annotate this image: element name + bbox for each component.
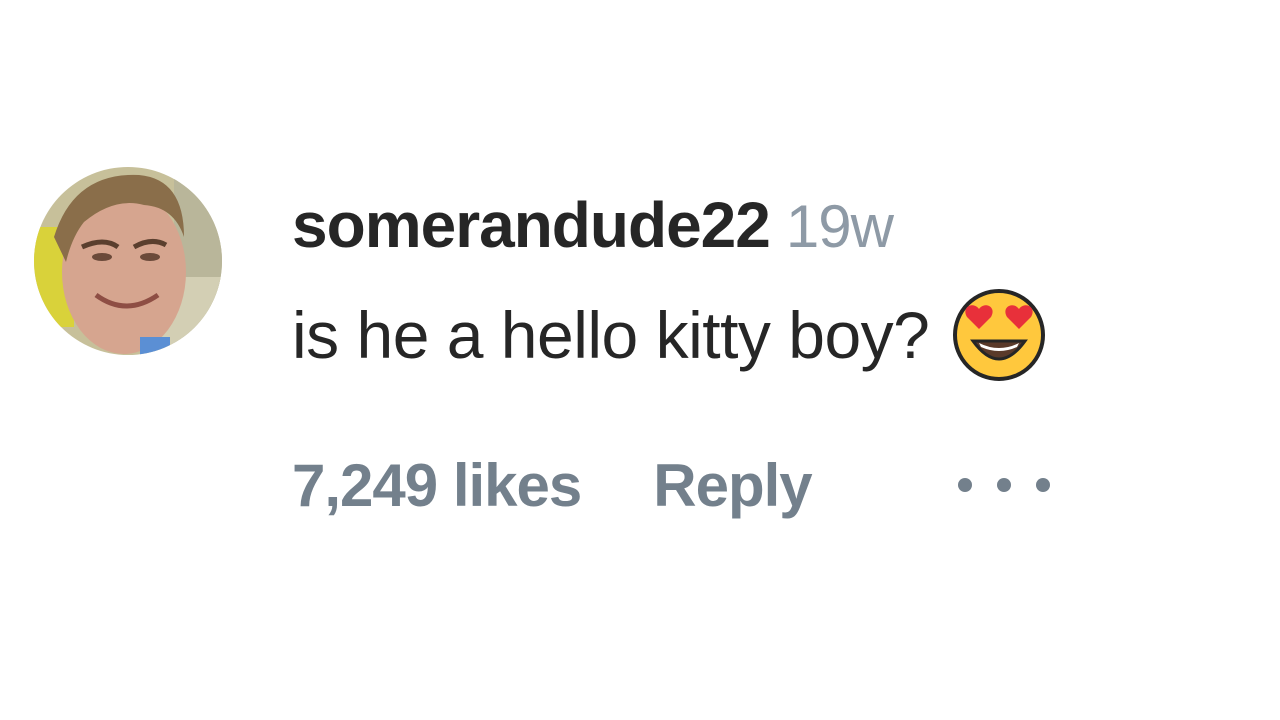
reply-button[interactable]: Reply: [653, 451, 812, 520]
more-options-icon[interactable]: [957, 470, 1050, 500]
comment-header: somerandude22 19w: [292, 188, 894, 268]
more-dot: [996, 478, 1011, 492]
username-link[interactable]: somerandude22: [292, 188, 771, 262]
more-dot: [1035, 478, 1050, 492]
more-dot: [957, 478, 972, 492]
comment-text: is he a hello kitty boy?: [292, 287, 1047, 383]
heart-eyes-emoji-icon: [951, 287, 1047, 383]
timestamp: 19w: [785, 193, 894, 260]
comment-body: is he a hello kitty boy?: [292, 298, 930, 372]
comment-actions: 7,249 likes Reply: [292, 440, 1050, 530]
comment-item: somerandude22 19w is he a hello kitty bo…: [0, 0, 1280, 720]
likes-count[interactable]: 7,249 likes: [292, 451, 582, 520]
avatar[interactable]: [34, 167, 222, 355]
